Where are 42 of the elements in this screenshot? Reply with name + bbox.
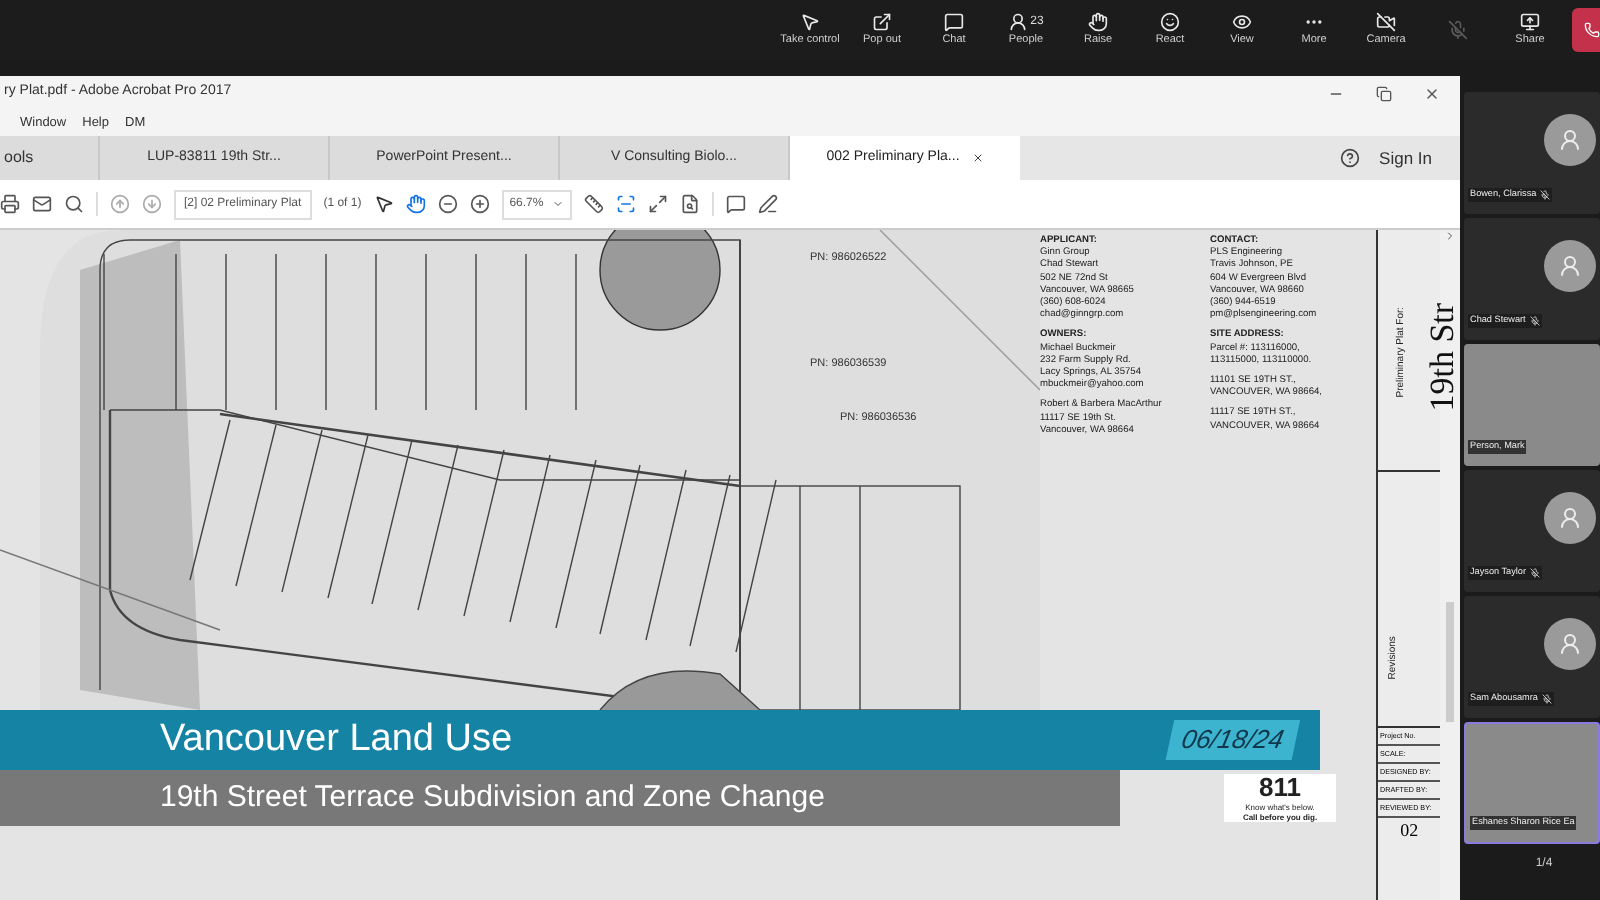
avatar-icon [1544, 491, 1596, 543]
ruler-icon[interactable] [583, 194, 604, 214]
smiley-icon [1160, 12, 1180, 32]
avatar-icon [1544, 617, 1596, 669]
broadcast-date: 06/18/24 [1166, 720, 1301, 760]
camera-off-icon [1376, 12, 1396, 32]
zoom-in-icon[interactable] [469, 194, 490, 214]
search-icon[interactable] [64, 194, 84, 214]
chat-icon [944, 12, 964, 32]
read-mode-icon[interactable] [679, 194, 700, 214]
avatar-icon [1544, 239, 1596, 291]
close-icon[interactable] [1424, 85, 1440, 101]
hand-icon [1088, 12, 1108, 32]
hand-icon[interactable] [405, 194, 426, 214]
mail-icon[interactable] [32, 194, 52, 214]
fit-page-icon[interactable] [615, 194, 636, 214]
pop-out-icon [872, 12, 892, 32]
share-icon [1520, 12, 1540, 32]
sign-in-link[interactable]: Sign In [1379, 145, 1432, 171]
print-icon[interactable] [0, 194, 20, 214]
scrollbar-thumb[interactable] [1446, 602, 1455, 722]
broadcast-subtitle: 19th Street Terrace Subdivision and Zone Change [160, 777, 825, 818]
restore-icon[interactable] [1376, 85, 1392, 101]
leave-button[interactable] [1572, 8, 1600, 52]
zoom-out-icon[interactable] [437, 194, 458, 214]
pen-icon[interactable] [757, 194, 778, 214]
comment-icon[interactable] [725, 194, 746, 214]
full-screen-icon[interactable] [647, 194, 668, 214]
close-tab-icon[interactable] [971, 152, 984, 164]
document-tab[interactable]: ools [0, 136, 100, 180]
people-icon [1008, 12, 1029, 32]
broadcast-title: Vancouver Land Use [160, 718, 513, 762]
caret-icon [551, 198, 564, 210]
sheet-number: 02 [1398, 817, 1421, 843]
plat-name: 19th Str [1420, 300, 1460, 412]
select-icon[interactable] [373, 194, 394, 214]
pointer-icon [800, 12, 820, 32]
help-icon[interactable] [1339, 148, 1360, 168]
avatar-icon [1544, 113, 1596, 165]
phone-icon [1584, 22, 1600, 38]
eye-icon [1232, 12, 1252, 32]
mic-off-icon [1448, 20, 1468, 40]
